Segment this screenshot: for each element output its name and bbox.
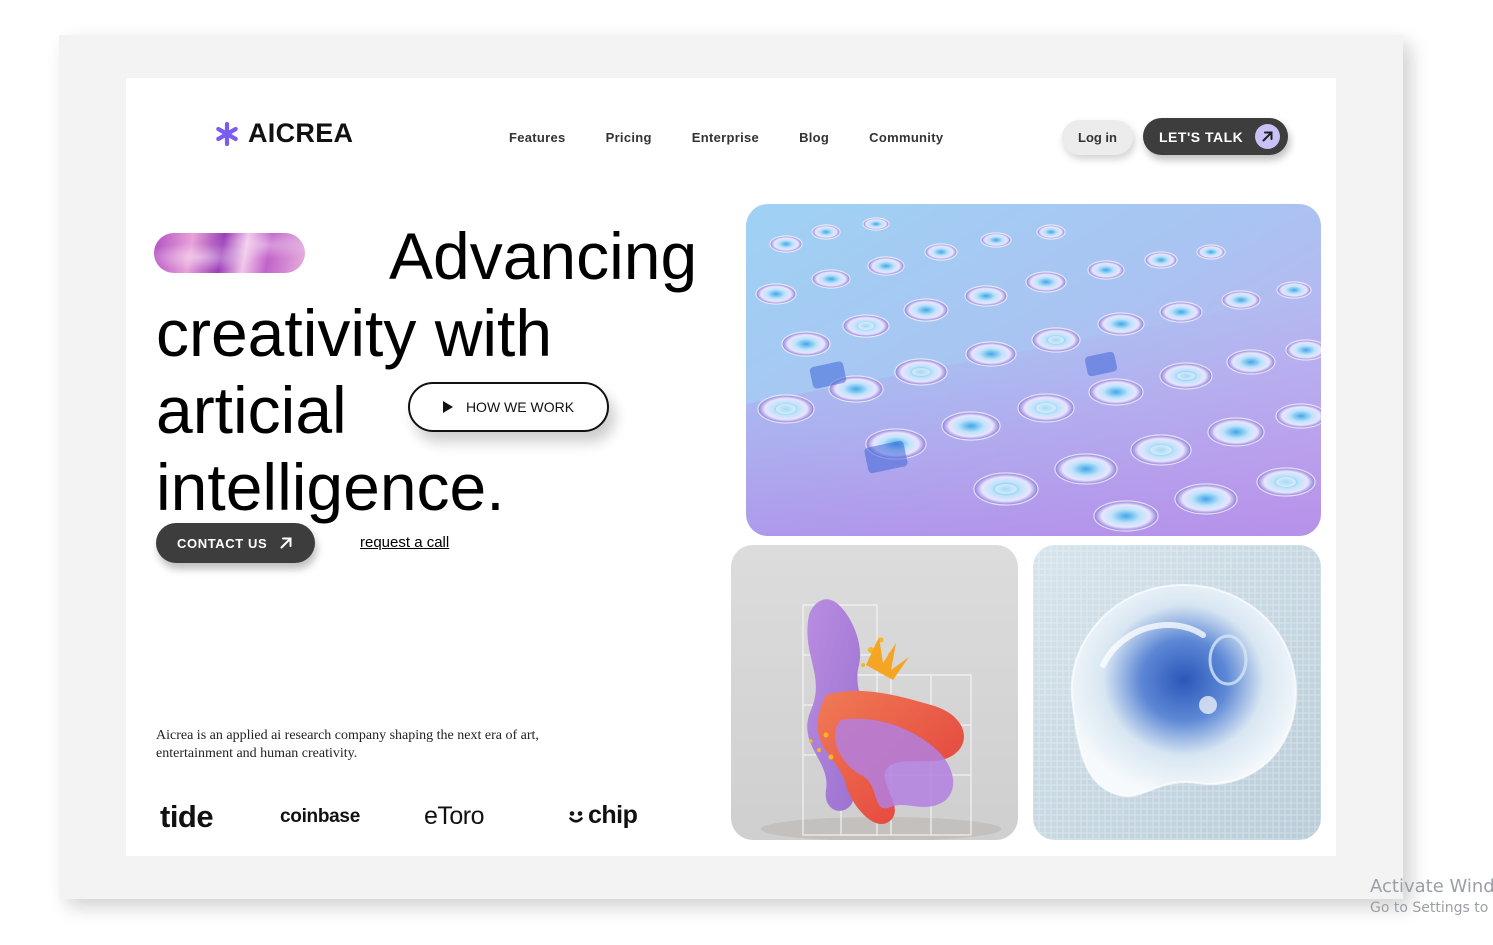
how-we-work-label: HOW WE WORK [465, 399, 575, 415]
main-nav: Features Pricing Enterprise Blog Communi… [509, 130, 943, 145]
contact-us-button[interactable]: CONTACT US [156, 523, 315, 563]
arrow-up-right-icon [280, 537, 292, 549]
landing-page: AICREA Features Pricing Enterprise Blog … [126, 78, 1336, 856]
nav-features[interactable]: Features [509, 130, 566, 145]
login-button[interactable]: Log in [1062, 120, 1133, 155]
windows-activation-watermark: Activate Wind Go to Settings to a [1370, 876, 1493, 916]
chip-logo: chip [568, 801, 638, 830]
watermark-line-2: Go to Settings to a [1370, 900, 1493, 916]
request-a-call-link[interactable]: request a call [360, 534, 449, 551]
nav-pricing[interactable]: Pricing [606, 130, 652, 145]
nav-enterprise[interactable]: Enterprise [692, 130, 759, 145]
chip-logo-text: chip [588, 801, 638, 829]
nav-blog[interactable]: Blog [799, 130, 829, 145]
sculpture-chair-illustration [731, 545, 1018, 840]
hero-headline-line-3: articial [156, 373, 347, 447]
lets-talk-button[interactable]: LET'S TALK [1143, 118, 1288, 155]
glass-shapes-image [746, 204, 1321, 536]
chip-smile-icon [569, 811, 583, 823]
watermark-line-1: Activate Wind [1370, 876, 1493, 897]
tide-logo: tide [160, 799, 214, 834]
brand-name: AICREA [248, 118, 354, 148]
nav-community[interactable]: Community [869, 130, 943, 145]
logo[interactable]: AICREA [214, 118, 353, 149]
arrow-up-right-icon [1255, 124, 1280, 149]
etoro-logo: eToro [424, 802, 485, 830]
sculpture-chair-image [731, 545, 1018, 840]
lets-talk-label: LET'S TALK [1159, 128, 1244, 145]
contact-us-label: CONTACT US [177, 535, 268, 551]
hero-headline-line-2: creativity with [156, 296, 553, 370]
asterisk-logo-icon [216, 121, 238, 146]
coinbase-logo: coinbase [280, 806, 360, 827]
hero-headline-line-1: Advancing [389, 219, 698, 293]
gradient-pill-image [154, 233, 305, 273]
how-we-work-button[interactable]: HOW WE WORK [408, 382, 609, 432]
company-description: Aicrea is an applied ai research company… [156, 728, 539, 761]
glass-shapes-illustration [746, 204, 1321, 536]
glass-blob-image [1033, 545, 1321, 840]
glass-blob-illustration [1033, 545, 1321, 840]
play-icon [442, 401, 453, 413]
hero-headline-line-4: intelligence. [156, 450, 505, 524]
